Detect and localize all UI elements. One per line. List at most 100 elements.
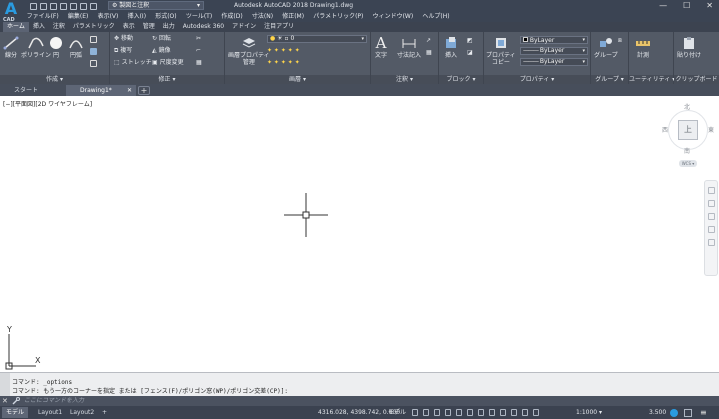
viewcube-east[interactable]: 東	[708, 125, 714, 134]
dimension-button[interactable]: 寸法記入	[397, 36, 421, 59]
menu-window[interactable]: ウィンドウ(W)	[368, 12, 418, 22]
panel-utilities-title[interactable]: ユーティリティ ▾	[629, 75, 675, 84]
lineweight-dropdown[interactable]: ——— ByLayer ▾	[520, 58, 588, 66]
pan-icon[interactable]	[707, 200, 715, 207]
layout-tab-layout2[interactable]: Layout2	[66, 407, 98, 418]
workspace-gear-icon[interactable]	[533, 409, 539, 416]
isolate-objects-icon[interactable]	[670, 409, 678, 417]
showmotion-icon[interactable]	[707, 239, 715, 246]
menu-edit[interactable]: 編集(E)	[63, 12, 93, 22]
circle-button[interactable]: 円	[48, 36, 64, 59]
snap-icon[interactable]	[423, 409, 429, 416]
command-wrench-icon[interactable]	[12, 397, 20, 405]
selection-cycling-icon[interactable]	[500, 409, 506, 416]
menu-dimension[interactable]: 寸法(N)	[247, 12, 277, 22]
lineweight-toggle-icon[interactable]	[478, 409, 484, 416]
tab-parametric[interactable]: パラメトリック	[69, 22, 119, 32]
application-menu-button[interactable]: A CAD	[0, 0, 22, 23]
polyline-button[interactable]: ポリライン	[21, 36, 51, 59]
menu-file[interactable]: ファイル(F)	[22, 12, 63, 22]
add-layout-button[interactable]: +	[98, 407, 111, 418]
menu-modify[interactable]: 修正(M)	[278, 12, 309, 22]
zoom-icon[interactable]	[707, 213, 715, 220]
save-icon[interactable]	[50, 2, 57, 10]
viewcube-south[interactable]: 南	[684, 146, 690, 155]
plot-icon[interactable]	[70, 2, 77, 10]
open-file-icon[interactable]	[40, 2, 47, 10]
osnap-icon[interactable]	[456, 409, 462, 416]
panel-properties-title[interactable]: プロパティ ▾	[484, 75, 590, 84]
fillet-button[interactable]: ⌐	[196, 47, 201, 55]
layer-properties-button[interactable]: 画層プロパティ 管理	[228, 36, 270, 66]
menu-tools[interactable]: ツール(T)	[181, 12, 217, 22]
tab-addins[interactable]: アドイン	[228, 22, 260, 32]
tab-home[interactable]: ホーム	[3, 22, 29, 32]
menu-insert[interactable]: 挿入(I)	[123, 12, 151, 22]
create-block-button[interactable]: ◩	[467, 37, 473, 45]
viewcube-north[interactable]: 北	[684, 102, 690, 111]
command-input[interactable]: ここにコマンドを入力	[24, 396, 84, 406]
trim-button[interactable]: ✂	[196, 35, 201, 43]
redo-icon[interactable]	[90, 2, 97, 10]
drawing-area[interactable]: [−][平面図][2D ワイヤフレーム] 北 南 東 西 上 WCS ▾ Y X	[0, 96, 719, 372]
hardware-acceleration-icon[interactable]	[684, 409, 692, 417]
panel-draw-title[interactable]: 作成 ▾	[0, 75, 109, 84]
viewcube[interactable]: 北 南 東 西 上 WCS ▾	[660, 100, 716, 170]
linetype-dropdown[interactable]: ——— ByLayer ▾	[520, 47, 588, 55]
menu-draw[interactable]: 作成(D)	[217, 12, 248, 22]
layer-tools-row1[interactable]: ✦ ✦ ✦ ✦ ✦	[267, 47, 300, 55]
menu-format[interactable]: 形式(O)	[151, 12, 182, 22]
close-command-line-icon[interactable]: ✕	[2, 396, 8, 406]
scale-button[interactable]: ▣ 尺度変更	[152, 59, 184, 67]
insert-block-button[interactable]: 挿入	[443, 36, 459, 59]
file-tab-start[interactable]: スタート	[0, 85, 66, 96]
grid-icon[interactable]	[412, 409, 418, 416]
panel-annotation-title[interactable]: 注釈 ▾	[371, 75, 438, 84]
mirror-button[interactable]: ◭ 鏡像	[152, 47, 171, 55]
tab-annotate[interactable]: 注釈	[49, 22, 69, 32]
tab-view[interactable]: 表示	[119, 22, 139, 32]
file-tab-drawing1[interactable]: Drawing1* ✕	[66, 85, 136, 96]
panel-block-title[interactable]: ブロック ▾	[439, 75, 483, 84]
panel-modify-title[interactable]: 修正 ▾	[110, 75, 224, 84]
measure-button[interactable]: 計測	[635, 36, 651, 59]
viewcube-top-face[interactable]: 上	[678, 120, 698, 140]
edit-block-button[interactable]: ◪	[467, 49, 473, 57]
steering-wheel-icon[interactable]	[707, 187, 715, 194]
layout-tab-model[interactable]: モデル	[2, 407, 29, 418]
table-button[interactable]: ▦	[426, 49, 432, 57]
stretch-button[interactable]: ⬚ ストレッチ	[114, 59, 152, 67]
tab-insert[interactable]: 挿入	[29, 22, 49, 32]
menu-help[interactable]: ヘルプ(H)	[418, 12, 454, 22]
tab-manage[interactable]: 管理	[139, 22, 159, 32]
arc-button[interactable]: 円弧	[68, 36, 84, 59]
group-button[interactable]: グループ	[594, 36, 618, 59]
orbit-icon[interactable]	[707, 226, 715, 233]
rotate-button[interactable]: ↻ 回転	[152, 35, 171, 43]
save-as-icon[interactable]	[60, 2, 67, 10]
ortho-icon[interactable]	[434, 409, 440, 416]
leader-button[interactable]: ↗	[426, 37, 431, 45]
customization-menu-icon[interactable]: ≡	[700, 408, 707, 417]
panel-layers-title[interactable]: 画層 ▾	[225, 75, 370, 84]
match-properties-button[interactable]: プロパティ コピー	[486, 36, 516, 66]
panel-groups-title[interactable]: グループ ▾	[591, 75, 628, 84]
transparency-icon[interactable]	[489, 409, 495, 416]
maximize-button[interactable]: ☐	[683, 0, 690, 11]
ungroup-button[interactable]: ⧈	[618, 37, 622, 45]
annotation-scale[interactable]: 1:1000 ▾	[576, 406, 602, 419]
hatch-button[interactable]	[90, 48, 97, 55]
array-button[interactable]: ▦	[196, 59, 202, 67]
close-button[interactable]: ✕	[706, 0, 713, 11]
menu-parametric[interactable]: パラメトリック(P)	[309, 12, 368, 22]
auto-scale-icon[interactable]	[522, 409, 528, 416]
tab-output[interactable]: 出力	[159, 22, 179, 32]
move-button[interactable]: ✥ 移動	[114, 35, 133, 43]
close-tab-icon[interactable]: ✕	[127, 85, 132, 96]
layout-tab-layout1[interactable]: Layout1	[34, 407, 66, 418]
annotation-visibility-icon[interactable]	[511, 409, 517, 416]
wcs-menu[interactable]: WCS ▾	[679, 160, 697, 167]
undo-icon[interactable]	[80, 2, 87, 10]
rectangle-button[interactable]	[90, 36, 97, 43]
color-dropdown[interactable]: ByLayer ▾	[520, 36, 588, 44]
